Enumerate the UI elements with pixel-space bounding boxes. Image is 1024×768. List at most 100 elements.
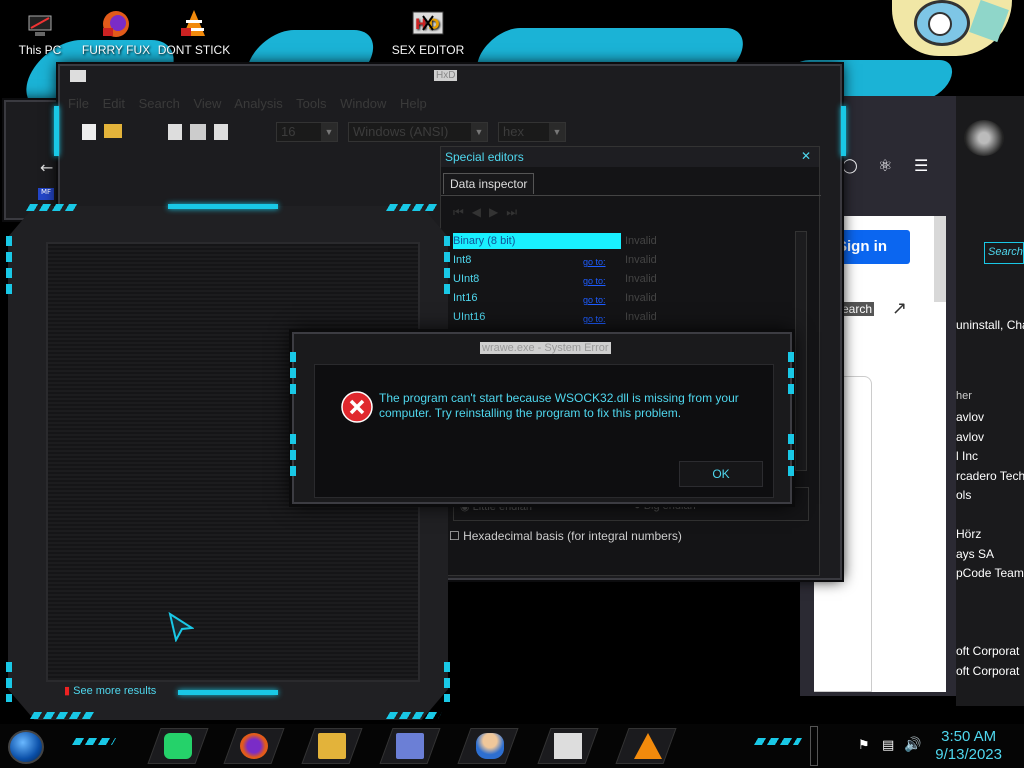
data-inspector-row[interactable]: Int8 go to: Invalid xyxy=(453,254,793,272)
alienware-logo-icon xyxy=(964,120,1004,156)
checkbox-label: Hexadecimal basis (for integral numbers) xyxy=(463,529,682,543)
list-item[interactable]: rcadero Techn xyxy=(956,469,1024,489)
list-item[interactable]: Hörz xyxy=(956,527,1024,547)
save-all-icon[interactable] xyxy=(190,124,206,140)
menu-analysis[interactable]: Analysis xyxy=(234,96,282,111)
row-value: Invalid xyxy=(625,311,657,323)
hxd-icon[interactable] xyxy=(554,733,582,759)
frame-accent xyxy=(385,712,443,719)
goto-link[interactable]: go to: xyxy=(583,276,606,286)
list-item[interactable]: oft Corporat xyxy=(956,644,1024,664)
hxd-window-icon xyxy=(70,70,86,82)
special-editors-header: Special editors ✕ xyxy=(441,147,819,167)
desktop-icon-this-pc[interactable]: This PC xyxy=(0,8,80,57)
copy-icon[interactable] xyxy=(214,124,228,140)
menu-tools[interactable]: Tools xyxy=(296,96,326,111)
frame-accent xyxy=(6,662,12,702)
publisher-column-header[interactable]: her xyxy=(956,390,972,402)
inspector-scrollbar[interactable] xyxy=(795,231,807,471)
spotify-icon[interactable] xyxy=(164,733,192,759)
goto-link[interactable]: go to: xyxy=(583,257,606,267)
list-item[interactable] xyxy=(956,625,1024,645)
charset-select[interactable]: Windows (ANSI) ▼ xyxy=(348,122,488,142)
desktop-icon-label: SEX EDITOR xyxy=(391,43,465,57)
data-inspector-row[interactable]: UInt16 go to: Invalid xyxy=(453,311,793,329)
control-panel-icon[interactable] xyxy=(396,733,424,759)
taskbar: ⚑ ▤ 🔊 3:50 AM 9/13/2023 xyxy=(0,724,1024,768)
clock-time: 3:50 AM xyxy=(941,728,997,745)
hxd-icon: HD xyxy=(411,8,445,40)
list-item[interactable] xyxy=(956,508,1024,528)
desktop-icon-label: This PC xyxy=(18,43,62,57)
extensions-icon[interactable]: ⚛ xyxy=(878,156,892,175)
new-file-icon[interactable] xyxy=(82,124,96,140)
offset-base-select[interactable]: hex ▼ xyxy=(498,122,566,142)
divider xyxy=(441,195,821,196)
nav-buttons[interactable]: ⏮◀▶⏭ xyxy=(453,205,525,220)
goto-link[interactable]: go to: xyxy=(583,314,606,324)
charset-value: Windows (ANSI) xyxy=(353,124,449,139)
row-label: UInt8 xyxy=(453,273,480,285)
menu-view[interactable]: View xyxy=(193,96,221,111)
data-inspector-row[interactable]: UInt8 go to: Invalid xyxy=(453,273,793,291)
list-item[interactable]: pCode Team xyxy=(956,566,1024,586)
save-icon[interactable] xyxy=(168,124,182,140)
file-explorer-icon[interactable] xyxy=(318,733,346,759)
list-item[interactable]: avlov xyxy=(956,430,1024,450)
toolbar: 16 ▼ Windows (ANSI) ▼ hex ▼ xyxy=(68,120,580,146)
hex-basis-checkbox[interactable]: ☐ Hexadecimal basis (for integral number… xyxy=(449,529,682,543)
clock[interactable]: 3:50 AM 9/13/2023 xyxy=(935,728,1002,764)
start-orb-icon[interactable] xyxy=(8,730,44,764)
flag-icon: ▮ xyxy=(64,685,71,697)
list-item[interactable]: ays SA xyxy=(956,547,1024,567)
menu-bar: File Edit Search View Analysis Tools Win… xyxy=(68,96,832,116)
desktop-icon-furry-fux[interactable]: FURRY FUX xyxy=(76,8,156,57)
data-inspector-row[interactable]: Binary (8 bit) Invalid xyxy=(453,235,793,253)
show-desktop-button[interactable] xyxy=(810,726,818,766)
goto-link[interactable]: go to: xyxy=(583,295,606,305)
window-title: HxD xyxy=(434,70,458,81)
desktop-icon-dont-stick[interactable]: DONT STICK xyxy=(154,8,234,57)
action-center-flag-icon[interactable]: ⚑ xyxy=(858,738,870,753)
back-arrow-icon[interactable]: ← xyxy=(40,158,53,177)
list-item[interactable]: l Inc xyxy=(956,449,1024,469)
frame-accent xyxy=(788,352,794,400)
open-folder-icon[interactable] xyxy=(104,124,122,138)
mf-icon: MF xyxy=(38,188,54,200)
menu-window[interactable]: Window xyxy=(340,96,386,111)
close-icon[interactable]: ✕ xyxy=(801,149,811,163)
list-item[interactable] xyxy=(956,586,1024,606)
desktop-icon-sex-editor[interactable]: HD SEX EDITOR xyxy=(388,8,468,57)
frame-accent xyxy=(54,106,59,156)
volume-icon[interactable]: 🔊 xyxy=(904,737,921,753)
list-item[interactable]: oft Corporat xyxy=(956,664,1024,684)
open-external-icon[interactable]: ↗ xyxy=(892,298,907,319)
frame-accent xyxy=(841,106,846,156)
programs-list-window[interactable]: Search uninstall, Cha her avlov avlov l … xyxy=(956,96,1024,706)
menu-search[interactable]: Search xyxy=(139,96,180,111)
ok-button[interactable]: OK xyxy=(679,461,763,487)
tab-data-inspector[interactable]: Data inspector xyxy=(443,173,535,194)
wallpaper-character xyxy=(892,0,1012,56)
menu-edit[interactable]: Edit xyxy=(103,96,125,111)
see-more-results-link[interactable]: ▮ See more results xyxy=(64,684,156,697)
publisher-list: avlov avlov l Inc rcadero Techn ols Hörz… xyxy=(956,410,1024,683)
list-item[interactable]: avlov xyxy=(956,410,1024,430)
list-item[interactable] xyxy=(956,605,1024,625)
frame-accent xyxy=(788,434,794,478)
bytes-per-row-select[interactable]: 16 ▼ xyxy=(276,122,338,142)
error-dialog[interactable]: wrawe.exe - System Error The program can… xyxy=(290,332,794,504)
frame-accent xyxy=(753,738,803,745)
scrollbar[interactable] xyxy=(934,216,946,302)
menu-help[interactable]: Help xyxy=(400,96,427,111)
vlc-icon xyxy=(177,8,211,40)
menu-icon[interactable]: ☰ xyxy=(914,156,928,175)
menu-file[interactable]: File xyxy=(68,96,89,111)
list-item[interactable]: ols xyxy=(956,488,1024,508)
search-input[interactable]: Search xyxy=(984,242,1024,264)
pocket-icon[interactable]: ◯ xyxy=(842,158,858,174)
firefox-icon[interactable] xyxy=(240,733,268,759)
user-icon[interactable] xyxy=(476,733,504,759)
network-icon[interactable]: ▤ xyxy=(882,738,894,753)
data-inspector-row[interactable]: Int16 go to: Invalid xyxy=(453,292,793,310)
